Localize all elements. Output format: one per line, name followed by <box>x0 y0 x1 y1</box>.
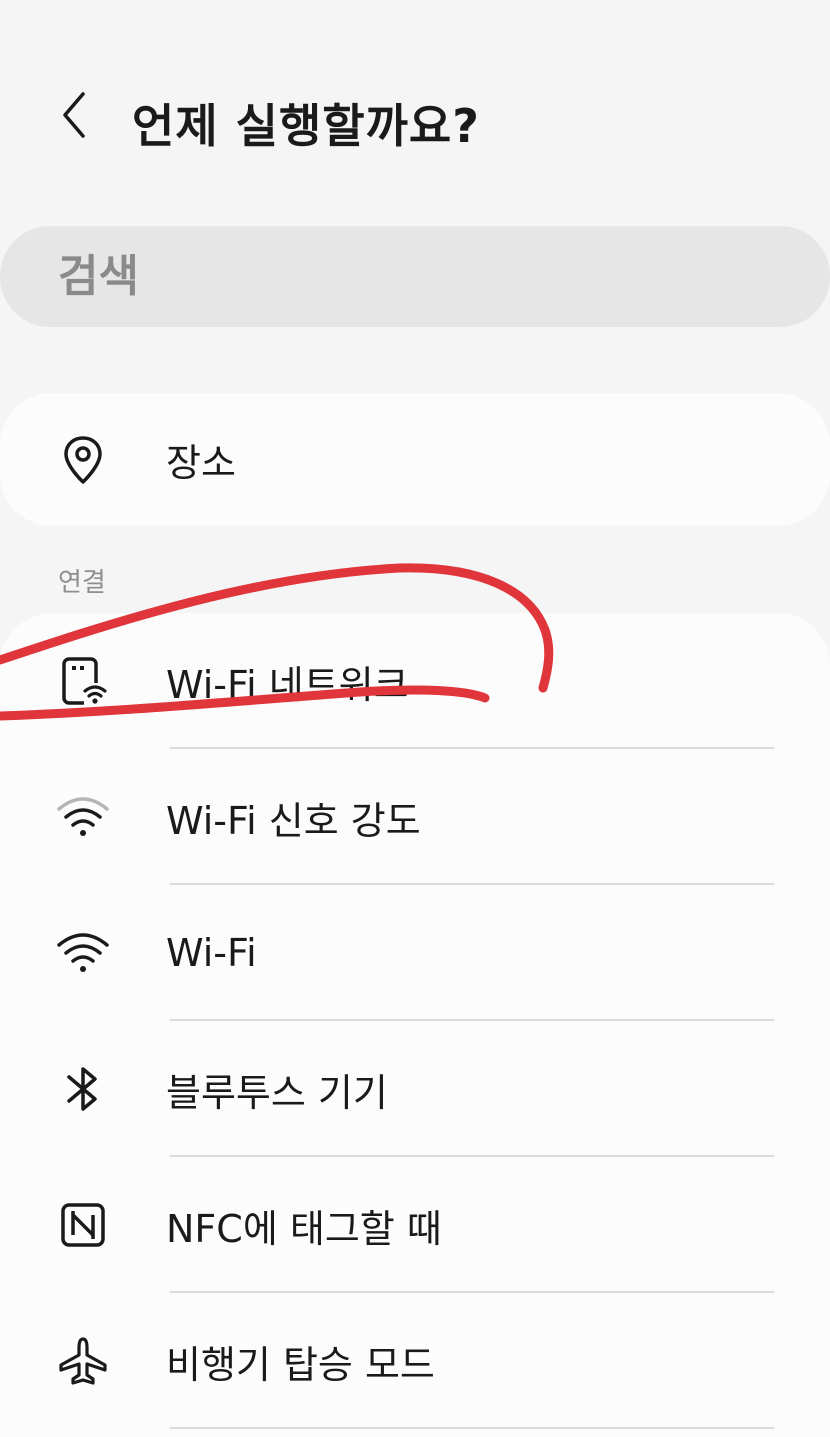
nfc-icon <box>52 1194 114 1256</box>
list-item-label: 비행기 탑승 모드 <box>166 1342 435 1387</box>
search-input[interactable] <box>58 251 758 302</box>
search-bar[interactable] <box>0 226 830 327</box>
wifi-signal-strength-icon <box>52 786 114 848</box>
list-item-label: 장소 <box>166 441 236 485</box>
list-item-label: 블루투스 기기 <box>166 1070 388 1115</box>
list-item-wifi[interactable]: Wi-Fi <box>0 885 830 1021</box>
divider <box>170 1427 774 1429</box>
location-pin-icon <box>52 429 114 491</box>
section-label-connection: 연결 <box>58 568 106 598</box>
list-item-airplane-mode[interactable]: 비행기 탑승 모드 <box>0 1293 830 1429</box>
list-item-nfc[interactable]: NFC에 태그할 때 <box>0 1157 830 1293</box>
place-card: 장소 <box>0 393 830 526</box>
wifi-icon <box>52 922 114 984</box>
top-app-bar: 언제 실행할까요? <box>0 60 830 170</box>
page-title: 언제 실행할까요? <box>132 99 480 153</box>
chevron-left-icon <box>63 92 85 138</box>
connection-card: Wi-Fi 네트워크 Wi-Fi 신호 강도 Wi-Fi 블루투스 기기 NFC… <box>0 613 830 1437</box>
list-item-wifi-network[interactable]: Wi-Fi 네트워크 <box>0 613 830 749</box>
list-item-bluetooth[interactable]: 블루투스 기기 <box>0 1021 830 1157</box>
list-item-label: Wi-Fi 네트워크 <box>166 662 409 707</box>
list-item-label: Wi-Fi <box>166 931 257 975</box>
airplane-icon <box>52 1330 114 1392</box>
bluetooth-icon <box>52 1058 114 1120</box>
wifi-network-icon <box>52 650 114 712</box>
back-button[interactable] <box>52 88 96 142</box>
list-item-place[interactable]: 장소 <box>0 393 830 526</box>
list-item-wifi-signal-strength[interactable]: Wi-Fi 신호 강도 <box>0 749 830 885</box>
list-item-label: NFC에 태그할 때 <box>166 1206 442 1251</box>
list-item-label: Wi-Fi 신호 강도 <box>166 798 421 843</box>
